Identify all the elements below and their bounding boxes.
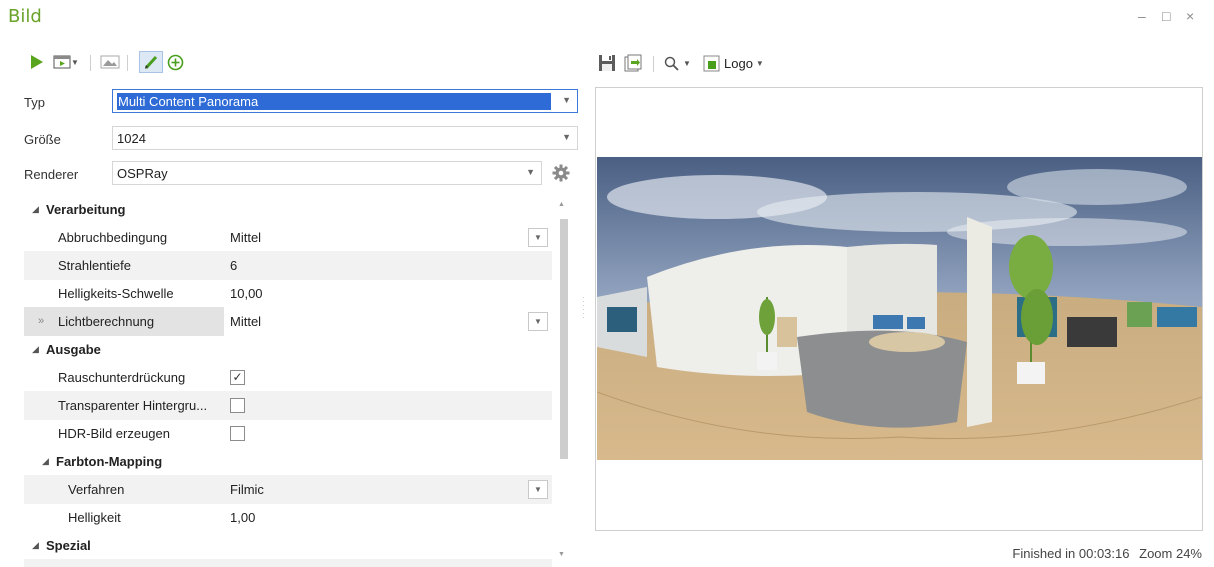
zoom-icon[interactable]: ▼ [664, 54, 691, 72]
property-name: Strahlentiefe [58, 258, 131, 273]
property-name: Abbruchbedingung [58, 230, 168, 245]
panorama-preview-image[interactable] [597, 157, 1202, 460]
chevron-down-icon[interactable]: ▼ [528, 312, 548, 331]
chevron-down-icon: ▼ [755, 58, 764, 68]
finished-time: Finished in 00:03:16 [1012, 546, 1130, 561]
collapse-triangle-icon[interactable]: ◢ [42, 456, 49, 467]
property-row-transparenter-hintergrund[interactable]: Transparenter Hintergru... [24, 391, 552, 420]
property-row-helligkeit[interactable]: Helligkeit 1,00 [24, 503, 552, 532]
property-name: Lichtberechnung [58, 314, 155, 329]
play-icon[interactable] [28, 53, 46, 71]
property-value[interactable]: 1,00 [230, 510, 255, 525]
logo-icon [703, 55, 720, 71]
window-title: Bild [8, 6, 42, 27]
property-row-strahlentiefe[interactable]: Strahlentiefe 6 [24, 251, 552, 280]
property-grid-scrollbar[interactable]: ▲ ▼ [555, 197, 572, 567]
toolbar-separator [127, 55, 128, 71]
property-row-abbruchbedingung[interactable]: Abbruchbedingung Mittel ▼ [24, 223, 552, 252]
toolbar-separator [90, 55, 91, 71]
pane-splitter[interactable]: · · · · · · [582, 294, 585, 322]
expander-icon[interactable]: » [38, 315, 44, 327]
property-name: Helligkeits-Schwelle [58, 286, 174, 301]
property-row-rauschunterdrueckung[interactable]: Rauschunterdrückung ✓ [24, 363, 552, 392]
save-icon[interactable] [598, 54, 616, 72]
chevron-down-icon: ▼ [683, 58, 691, 68]
gear-icon[interactable] [552, 164, 570, 182]
property-value: Mittel [230, 230, 262, 245]
category-label: Spezial [46, 538, 91, 553]
property-row-helligkeits-schwelle[interactable]: Helligkeits-Schwelle 10,00 [24, 279, 552, 308]
property-value: Mittel [230, 314, 262, 329]
render-window: Bild – □ × ▼ Typ Multi Content Panorama … [0, 0, 1214, 567]
scroll-up-icon[interactable]: ▲ [558, 201, 565, 208]
category-label: Verarbeitung [46, 202, 126, 217]
close-button[interactable]: × [1186, 8, 1194, 24]
renderer-label: Renderer [24, 167, 79, 182]
property-row-lichtberechnung[interactable]: » Lichtberechnung Mittel ▼ [24, 307, 552, 336]
property-name: Rauschunterdrückung [58, 370, 186, 385]
category-label: Ausgabe [46, 342, 101, 357]
chevron-down-icon: ▼ [562, 132, 571, 142]
category-verarbeitung[interactable]: ◢ Verarbeitung [24, 195, 552, 224]
groesse-value: 1024 [117, 131, 146, 146]
status-bar: Finished in 00:03:16 Zoom 24% [1012, 546, 1202, 561]
logo-label: Logo [724, 55, 753, 71]
export-icon[interactable] [624, 54, 642, 72]
zoom-level: Zoom 24% [1139, 546, 1202, 561]
render-preview-icon[interactable]: ▼ [52, 53, 80, 71]
category-farbton-mapping[interactable]: ◢ Farbton-Mapping [24, 447, 552, 476]
chevron-down-icon: ▼ [526, 167, 535, 177]
renderer-select[interactable]: OSPRay ▼ [112, 161, 542, 185]
groesse-label: Größe [24, 132, 61, 147]
typ-value: Multi Content Panorama [117, 93, 551, 110]
groesse-select[interactable]: 1024 ▼ [112, 126, 578, 150]
property-value[interactable]: 6 [230, 258, 237, 273]
image-strip-icon[interactable] [98, 53, 122, 71]
transparent-checkbox[interactable] [230, 398, 245, 413]
toolbar-separator [653, 56, 654, 72]
property-name: HDR-Bild erzeugen [58, 426, 170, 441]
minimize-button[interactable]: – [1138, 8, 1146, 24]
property-grid: ◢ Verarbeitung Abbruchbedingung Mittel ▼… [24, 195, 569, 567]
add-circle-icon[interactable] [166, 53, 184, 71]
logo-button[interactable]: Logo ▼ [703, 54, 764, 72]
maximize-button[interactable]: □ [1162, 8, 1170, 24]
collapse-triangle-icon[interactable]: ◢ [32, 540, 39, 551]
property-value[interactable]: 10,00 [230, 286, 263, 301]
typ-select[interactable]: Multi Content Panorama ▼ [112, 89, 578, 113]
property-name: Transparenter Hintergru... [58, 398, 208, 413]
chevron-down-icon[interactable]: ▼ [528, 480, 548, 499]
category-ausgabe[interactable]: ◢ Ausgabe [24, 335, 552, 364]
chevron-down-icon[interactable]: ▼ [528, 228, 548, 247]
property-value: Filmic [230, 482, 264, 497]
category-label: Farbton-Mapping [56, 454, 163, 469]
collapse-triangle-icon[interactable]: ◢ [32, 204, 39, 215]
scroll-down-icon[interactable]: ▼ [558, 551, 565, 558]
scrollbar-thumb[interactable] [560, 219, 568, 459]
collapse-triangle-icon[interactable]: ◢ [32, 344, 39, 355]
chevron-down-icon: ▼ [71, 57, 79, 67]
chevron-down-icon: ▼ [562, 95, 571, 105]
property-name: Verfahren [68, 482, 125, 497]
rausch-checkbox[interactable]: ✓ [230, 370, 245, 385]
property-row-hdr-bild[interactable]: HDR-Bild erzeugen [24, 419, 552, 448]
property-row-verfahren[interactable]: Verfahren Filmic ▼ [24, 475, 552, 504]
renderer-value: OSPRay [117, 166, 168, 181]
edit-pen-icon[interactable] [139, 51, 163, 73]
hdr-checkbox[interactable] [230, 426, 245, 441]
property-row-cut-off [24, 559, 552, 567]
typ-label: Typ [24, 95, 45, 110]
category-spezial[interactable]: ◢ Spezial [24, 531, 552, 560]
property-name: Helligkeit [68, 510, 121, 525]
